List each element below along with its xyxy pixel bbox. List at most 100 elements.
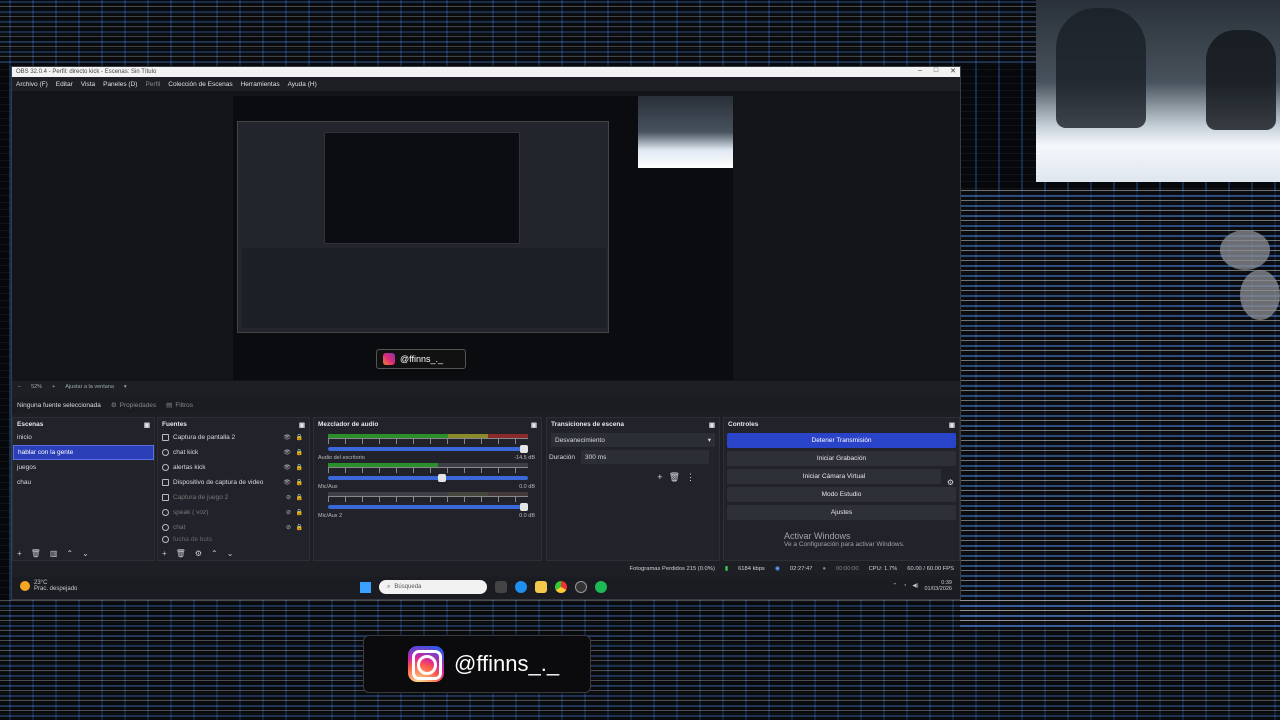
trash-icon[interactable]: 🗑 — [669, 472, 680, 483]
source-item-hidden[interactable]: Captura de juego 2 ⊘ 🔒 — [158, 490, 309, 505]
trash-icon[interactable]: 🗑 — [176, 549, 186, 558]
add-icon[interactable]: + — [657, 472, 662, 483]
stream-time: 02:27:47 — [789, 566, 813, 572]
eye-off-icon[interactable]: ⊘ — [286, 494, 291, 501]
clock[interactable]: 0:39 01/03/2026 — [924, 580, 952, 592]
lock-icon[interactable]: 🔒 — [296, 509, 303, 516]
channel-name: Audio del escritorio — [318, 455, 365, 461]
eye-off-icon[interactable]: ⊘ — [286, 509, 291, 516]
scene-item[interactable]: inicio — [13, 430, 154, 445]
eye-icon[interactable]: 👁 — [283, 479, 291, 486]
edge-icon[interactable] — [515, 581, 527, 593]
duration-input[interactable]: 300 ms — [581, 450, 710, 464]
dock-menu-icon[interactable]: ▣ — [299, 421, 305, 429]
maximize-button[interactable]: □ — [934, 67, 938, 75]
preview-area[interactable]: @ffinns_._ — [12, 91, 960, 381]
source-item-hidden[interactable]: fucha de bots — [158, 535, 309, 543]
start-recording-button[interactable]: Iniciar Grabación — [727, 451, 956, 466]
studio-mode-button[interactable]: Modo Estudio — [727, 487, 956, 502]
source-item[interactable]: Captura de pantalla 2 👁 🔒 — [158, 430, 309, 445]
title-bar: OBS 32.0.4 - Perfil: directo kick - Esce… — [12, 67, 960, 77]
obs-icon[interactable] — [575, 581, 587, 593]
trash-icon[interactable]: 🗑 — [31, 549, 41, 558]
lock-icon[interactable]: 🔒 — [296, 449, 303, 456]
volume-slider[interactable] — [328, 503, 528, 511]
start-virtual-camera-button[interactable]: Iniciar Cámara Virtual — [727, 469, 941, 484]
filter-icon[interactable]: ▥ — [50, 549, 58, 558]
settings-button[interactable]: Ajustes — [727, 505, 956, 520]
source-item-hidden[interactable]: chat ⊘ 🔒 — [158, 520, 309, 535]
menu-coleccion[interactable]: Colección de Escenas — [168, 81, 232, 88]
lock-icon[interactable]: 🔒 — [296, 494, 303, 501]
chevron-down-icon[interactable]: ⌄ — [227, 549, 234, 558]
eye-icon[interactable]: 👁 — [283, 434, 291, 441]
eye-icon[interactable]: 👁 — [283, 449, 291, 456]
windows-start-icon[interactable] — [360, 581, 371, 593]
close-button[interactable]: ✕ — [950, 67, 956, 75]
transition-select[interactable]: Desvanecimiento ▾ — [551, 433, 715, 447]
eye-off-icon[interactable]: ⊘ — [286, 524, 291, 531]
properties-button[interactable]: ⚙ Propiedades — [111, 401, 156, 410]
fit-label[interactable]: Ajustar a la ventana — [65, 384, 114, 390]
chevron-up-icon[interactable]: ⌃ — [892, 583, 897, 589]
volume-knob[interactable] — [520, 503, 528, 511]
add-icon[interactable]: + — [162, 549, 167, 558]
preview-canvas[interactable]: @ffinns_._ — [233, 96, 733, 380]
volume-knob[interactable] — [438, 474, 446, 482]
volume-slider[interactable] — [328, 474, 528, 482]
menu-vista[interactable]: Vista — [81, 81, 95, 88]
wifi-icon[interactable]: ◔ — [903, 583, 906, 589]
lock-icon[interactable]: 🔒 — [296, 524, 303, 531]
zoom-minus[interactable]: – — [18, 384, 21, 390]
channel-name: Mic/Aux — [318, 484, 338, 490]
filter-icon: ▤ — [166, 402, 173, 409]
stop-streaming-button[interactable]: Detener Transmisión — [727, 433, 956, 448]
scene-item-selected[interactable]: hablar con la gente — [13, 445, 154, 460]
source-item-hidden[interactable]: speak ( voz) ⊘ 🔒 — [158, 505, 309, 520]
menu-archivo[interactable]: Archivo (F) — [16, 81, 48, 88]
spotify-icon[interactable] — [595, 581, 607, 593]
gear-icon[interactable]: ⚙ — [195, 549, 202, 558]
taskbar-search[interactable]: ⌕ Búsqueda — [379, 580, 487, 594]
chevron-up-icon[interactable]: ⌃ — [211, 549, 218, 558]
instagram-icon — [408, 646, 444, 682]
more-icon[interactable]: ⋮ — [686, 472, 695, 483]
menu-ayuda[interactable]: Ayuda (H) — [288, 81, 317, 88]
filters-button[interactable]: ▤ Filtros — [166, 401, 193, 410]
weather-widget[interactable]: 23°C Prac. despejado — [20, 580, 77, 592]
chrome-icon[interactable] — [555, 581, 567, 593]
dock-menu-icon[interactable]: ▣ — [144, 421, 150, 429]
status-bar: Fotogramas Perdidos 215 (0.0%) ▮ 6184 kb… — [12, 563, 960, 575]
minimize-button[interactable]: – — [918, 67, 922, 75]
dock-menu-icon[interactable]: ▣ — [709, 421, 715, 429]
source-item[interactable]: chat kick 👁 🔒 — [158, 445, 309, 460]
add-icon[interactable]: + — [17, 549, 22, 558]
mixer-channel: Audio del escritorio -14.5 dB — [314, 453, 541, 482]
zoom-level[interactable]: 52% — [31, 384, 42, 390]
globe-icon — [162, 524, 169, 531]
volume-icon[interactable]: ◀) — [912, 583, 918, 589]
volume-slider[interactable] — [328, 445, 528, 453]
menu-perfil[interactable]: Perfil — [145, 81, 160, 88]
lock-icon[interactable]: 🔒 — [296, 479, 303, 486]
scene-item[interactable]: juegos — [13, 460, 154, 475]
task-view-icon[interactable] — [495, 581, 507, 593]
scene-item[interactable]: chau — [13, 475, 154, 490]
source-item[interactable]: alertas kick 👁 🔒 — [158, 460, 309, 475]
chevron-down-icon[interactable]: ⌄ — [82, 549, 89, 558]
dock-menu-icon[interactable]: ▣ — [531, 421, 537, 429]
folder-icon[interactable] — [535, 581, 547, 593]
chevron-down-icon[interactable]: ▾ — [124, 384, 127, 390]
menu-paneles[interactable]: Paneles (D) — [103, 81, 137, 88]
source-item[interactable]: Dispositivo de captura de video 👁 🔒 — [158, 475, 309, 490]
eye-icon[interactable]: 👁 — [283, 464, 291, 471]
menu-editar[interactable]: Editar — [56, 81, 73, 88]
dock-menu-icon[interactable]: ▣ — [949, 421, 955, 429]
lock-icon[interactable]: 🔒 — [296, 434, 303, 441]
chevron-up-icon[interactable]: ⌃ — [66, 549, 73, 558]
zoom-plus[interactable]: + — [52, 384, 55, 390]
menu-herramientas[interactable]: Herramientas — [241, 81, 280, 88]
gear-icon[interactable]: ⚙ — [947, 478, 954, 487]
volume-knob[interactable] — [520, 445, 528, 453]
lock-icon[interactable]: 🔒 — [296, 464, 303, 471]
